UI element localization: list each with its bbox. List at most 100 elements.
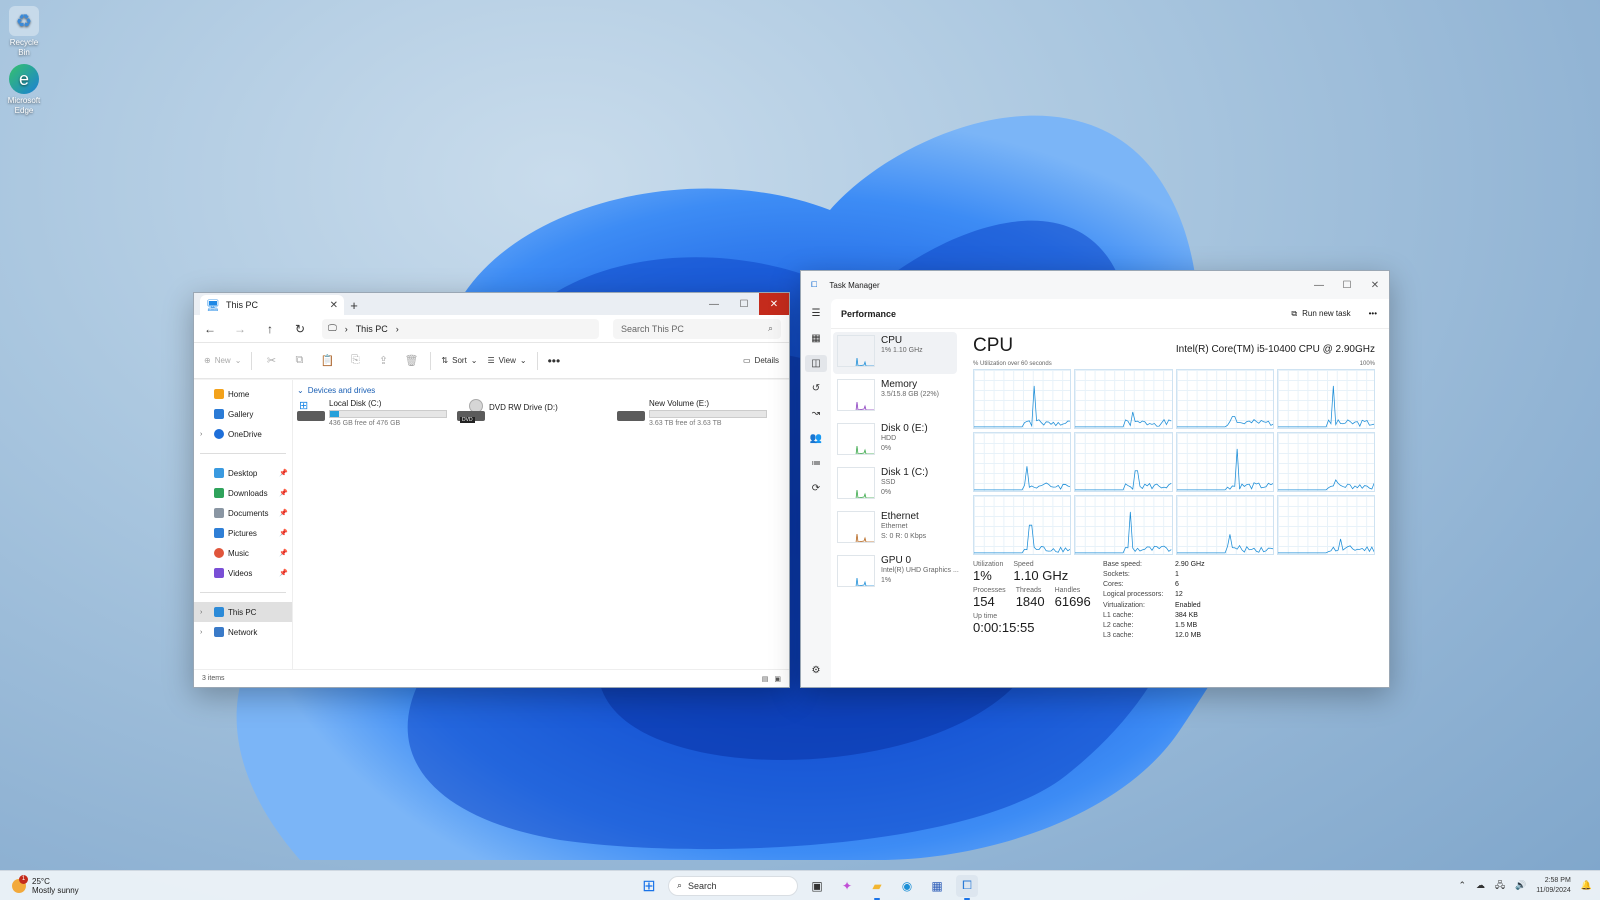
refresh-button[interactable]: ↻ [292,322,308,336]
minimize-button[interactable]: — [1305,271,1333,299]
taskbar-search-box[interactable]: ⌕ Search [668,875,798,896]
processes-icon[interactable]: ▦ [805,330,827,347]
pin-icon[interactable]: 📌 [279,509,288,517]
drive-e[interactable]: New Volume (E:) 3.63 TB free of 3.63 TB [617,399,767,427]
file-explorer-taskbar-icon[interactable]: ▰ [866,875,888,900]
run-new-task-button[interactable]: ⧉ Run new task [1291,309,1350,319]
chevron-right-icon[interactable]: › [200,629,210,636]
drive-c[interactable]: ⊞ Local Disk (C:) 436 GB free of 476 GB [297,399,447,427]
address-bar[interactable]: 🖵 › This PC › [322,318,599,339]
explorer-address-row: ← → ↑ ↻ 🖵 › This PC › Search This PC ⌕ [194,315,789,343]
nav-item-onedrive[interactable]: › OneDrive [194,424,292,444]
edge-taskbar-icon[interactable]: ◉ [896,875,918,897]
chevron-right-icon[interactable]: › [200,431,210,438]
maximize-button[interactable]: ☐ [729,293,759,315]
pin-icon[interactable]: 📌 [279,569,288,577]
explorer-tab-this-pc[interactable]: 🖥 This PC ✕ [200,295,344,315]
back-button[interactable]: ← [202,322,218,336]
music-icon [214,548,224,558]
view-button[interactable]: ☰ View ⌄ [488,356,527,365]
command-bar: ⊕ New ⌄ ✂ ⧉ 📋 ⎘ ⇪ 🗑 ⇅ Sort ⌄ ☰ View ⌄ ••• ▭ Det… [194,343,789,379]
onedrive-tray-icon[interactable]: ☁ [1476,880,1485,891]
sun-icon: 1 [12,874,28,893]
usage-bar [649,410,767,418]
close-button[interactable]: ✕ [759,293,789,315]
resource-item[interactable]: Disk 1 (C:) SSD 0% [833,464,957,506]
nav-item-downloads[interactable]: Downloads 📌 [194,483,292,503]
cpu-specs: Base speed: 2.90 GHz Sockets: 1 Cores: 6 Logic… [1103,561,1205,639]
copy-icon[interactable]: ⧉ [290,354,308,367]
new-tab-button[interactable]: + [344,295,364,315]
chevron-right-icon[interactable]: › [200,609,210,616]
new-button[interactable]: ⊕ New ⌄ [204,356,241,365]
up-button[interactable]: ↑ [262,322,278,336]
minimize-button[interactable]: — [699,293,729,315]
pin-icon[interactable]: 📌 [279,549,288,557]
desktop-icon-edge[interactable]: e Microsoft Edge [4,64,44,116]
details-button[interactable]: ▭ Details [743,356,779,365]
group-header[interactable]: ⌄ Devices and drives [297,386,785,395]
breadcrumb-this-pc[interactable]: This PC [356,324,388,334]
startup-apps-icon[interactable]: ↝ [805,405,827,422]
nav-item-this-pc[interactable]: › This PC [194,602,292,622]
desktop-icon-recycle-bin[interactable]: ♻ Recycle Bin [4,6,44,58]
spec-value: 384 KB [1175,611,1198,619]
app-history-icon[interactable]: ↺ [805,380,827,397]
nav-item-documents[interactable]: Documents 📌 [194,503,292,523]
graph-caption: % Utilization over 60 seconds [973,361,1052,367]
core-graph [1175,495,1274,555]
nav-item-music[interactable]: Music 📌 [194,543,292,563]
copilot-icon[interactable]: ✦ [836,875,858,897]
tiles-view-icon[interactable]: ▣ [774,675,781,683]
paste-icon[interactable]: 📋 [318,354,336,367]
pin-icon[interactable]: 📌 [279,529,288,537]
start-button-windows-icon[interactable]: ⊞ [638,875,660,897]
pin-icon[interactable]: 📌 [279,489,288,497]
settings-gear-icon[interactable]: ⚙ [805,662,827,679]
notification-bell-icon[interactable]: 🔔 [1581,880,1592,891]
nav-item-pictures[interactable]: Pictures 📌 [194,523,292,543]
close-button[interactable]: ✕ [1361,271,1389,299]
cut-icon[interactable]: ✂ [262,354,280,367]
details-list-icon[interactable]: ≔ [805,455,827,472]
nav-item-videos[interactable]: Videos 📌 [194,563,292,583]
users-icon[interactable]: 👥 [805,430,827,447]
nav-item-network[interactable]: › Network [194,622,292,642]
volume-icon[interactable]: 🔊 [1515,880,1526,891]
more-options-icon[interactable]: ••• [1369,309,1377,318]
tab-close-icon[interactable]: ✕ [330,300,338,311]
resource-name: GPU 0 [881,555,912,566]
maximize-button[interactable]: ☐ [1333,271,1361,299]
nav-item-gallery[interactable]: Gallery [194,404,292,424]
network-tray-icon[interactable]: 🖧 [1495,878,1505,894]
time: 2:58 PM [1544,876,1571,884]
drive-d[interactable]: DVD DVD RW Drive (D:) [457,399,607,427]
resource-item[interactable]: GPU 0 Intel(R) UHD Graphics ... 1% [833,552,959,594]
task-view-icon[interactable]: ▣ [806,875,828,897]
services-icon[interactable]: ⟳ [805,480,827,497]
resource-item[interactable]: CPU 1% 1.10 GHz [833,332,957,374]
nav-item-home[interactable]: Home [194,384,292,404]
clock[interactable]: 2:58 PM 11/09/2024 [1536,876,1571,896]
forward-button[interactable]: → [232,322,248,336]
pin-icon[interactable]: 📌 [279,469,288,477]
taskmanager-sidebar: ☰ ▦ ◫ ↺ ↝ 👥 ≔ ⟳ ⚙ [801,299,831,687]
sort-button[interactable]: ⇅ Sort ⌄ [441,356,477,365]
resource-item[interactable]: Ethernet Ethernet S: 0 R: 0 Kbps [833,508,957,550]
weather-widget[interactable]: 1 25°C Mostly sunny [12,874,79,895]
store-icon[interactable]: ▦ [926,875,948,897]
chevron-up-icon[interactable]: ⌃ [1458,880,1466,891]
delete-icon[interactable]: 🗑 [402,354,420,367]
list-view-icon[interactable]: ▤ [762,675,769,683]
performance-icon[interactable]: ◫ [805,355,827,372]
more-options-icon[interactable]: ••• [548,354,561,368]
share-icon[interactable]: ⇪ [374,354,392,367]
task-manager-taskbar-icon[interactable]: ⧠ [956,874,978,900]
resource-item[interactable]: Memory 3.5/15.8 GB (22%) [833,376,957,418]
cpu-core-graphs [973,369,1375,555]
resource-item[interactable]: Disk 0 (E:) HDD 0% [833,420,957,462]
nav-item-desktop[interactable]: Desktop 📌 [194,463,292,483]
rename-icon[interactable]: ⎘ [346,354,364,367]
search-input[interactable]: Search This PC ⌕ [613,318,781,339]
hamburger-menu-icon[interactable]: ☰ [805,305,827,322]
